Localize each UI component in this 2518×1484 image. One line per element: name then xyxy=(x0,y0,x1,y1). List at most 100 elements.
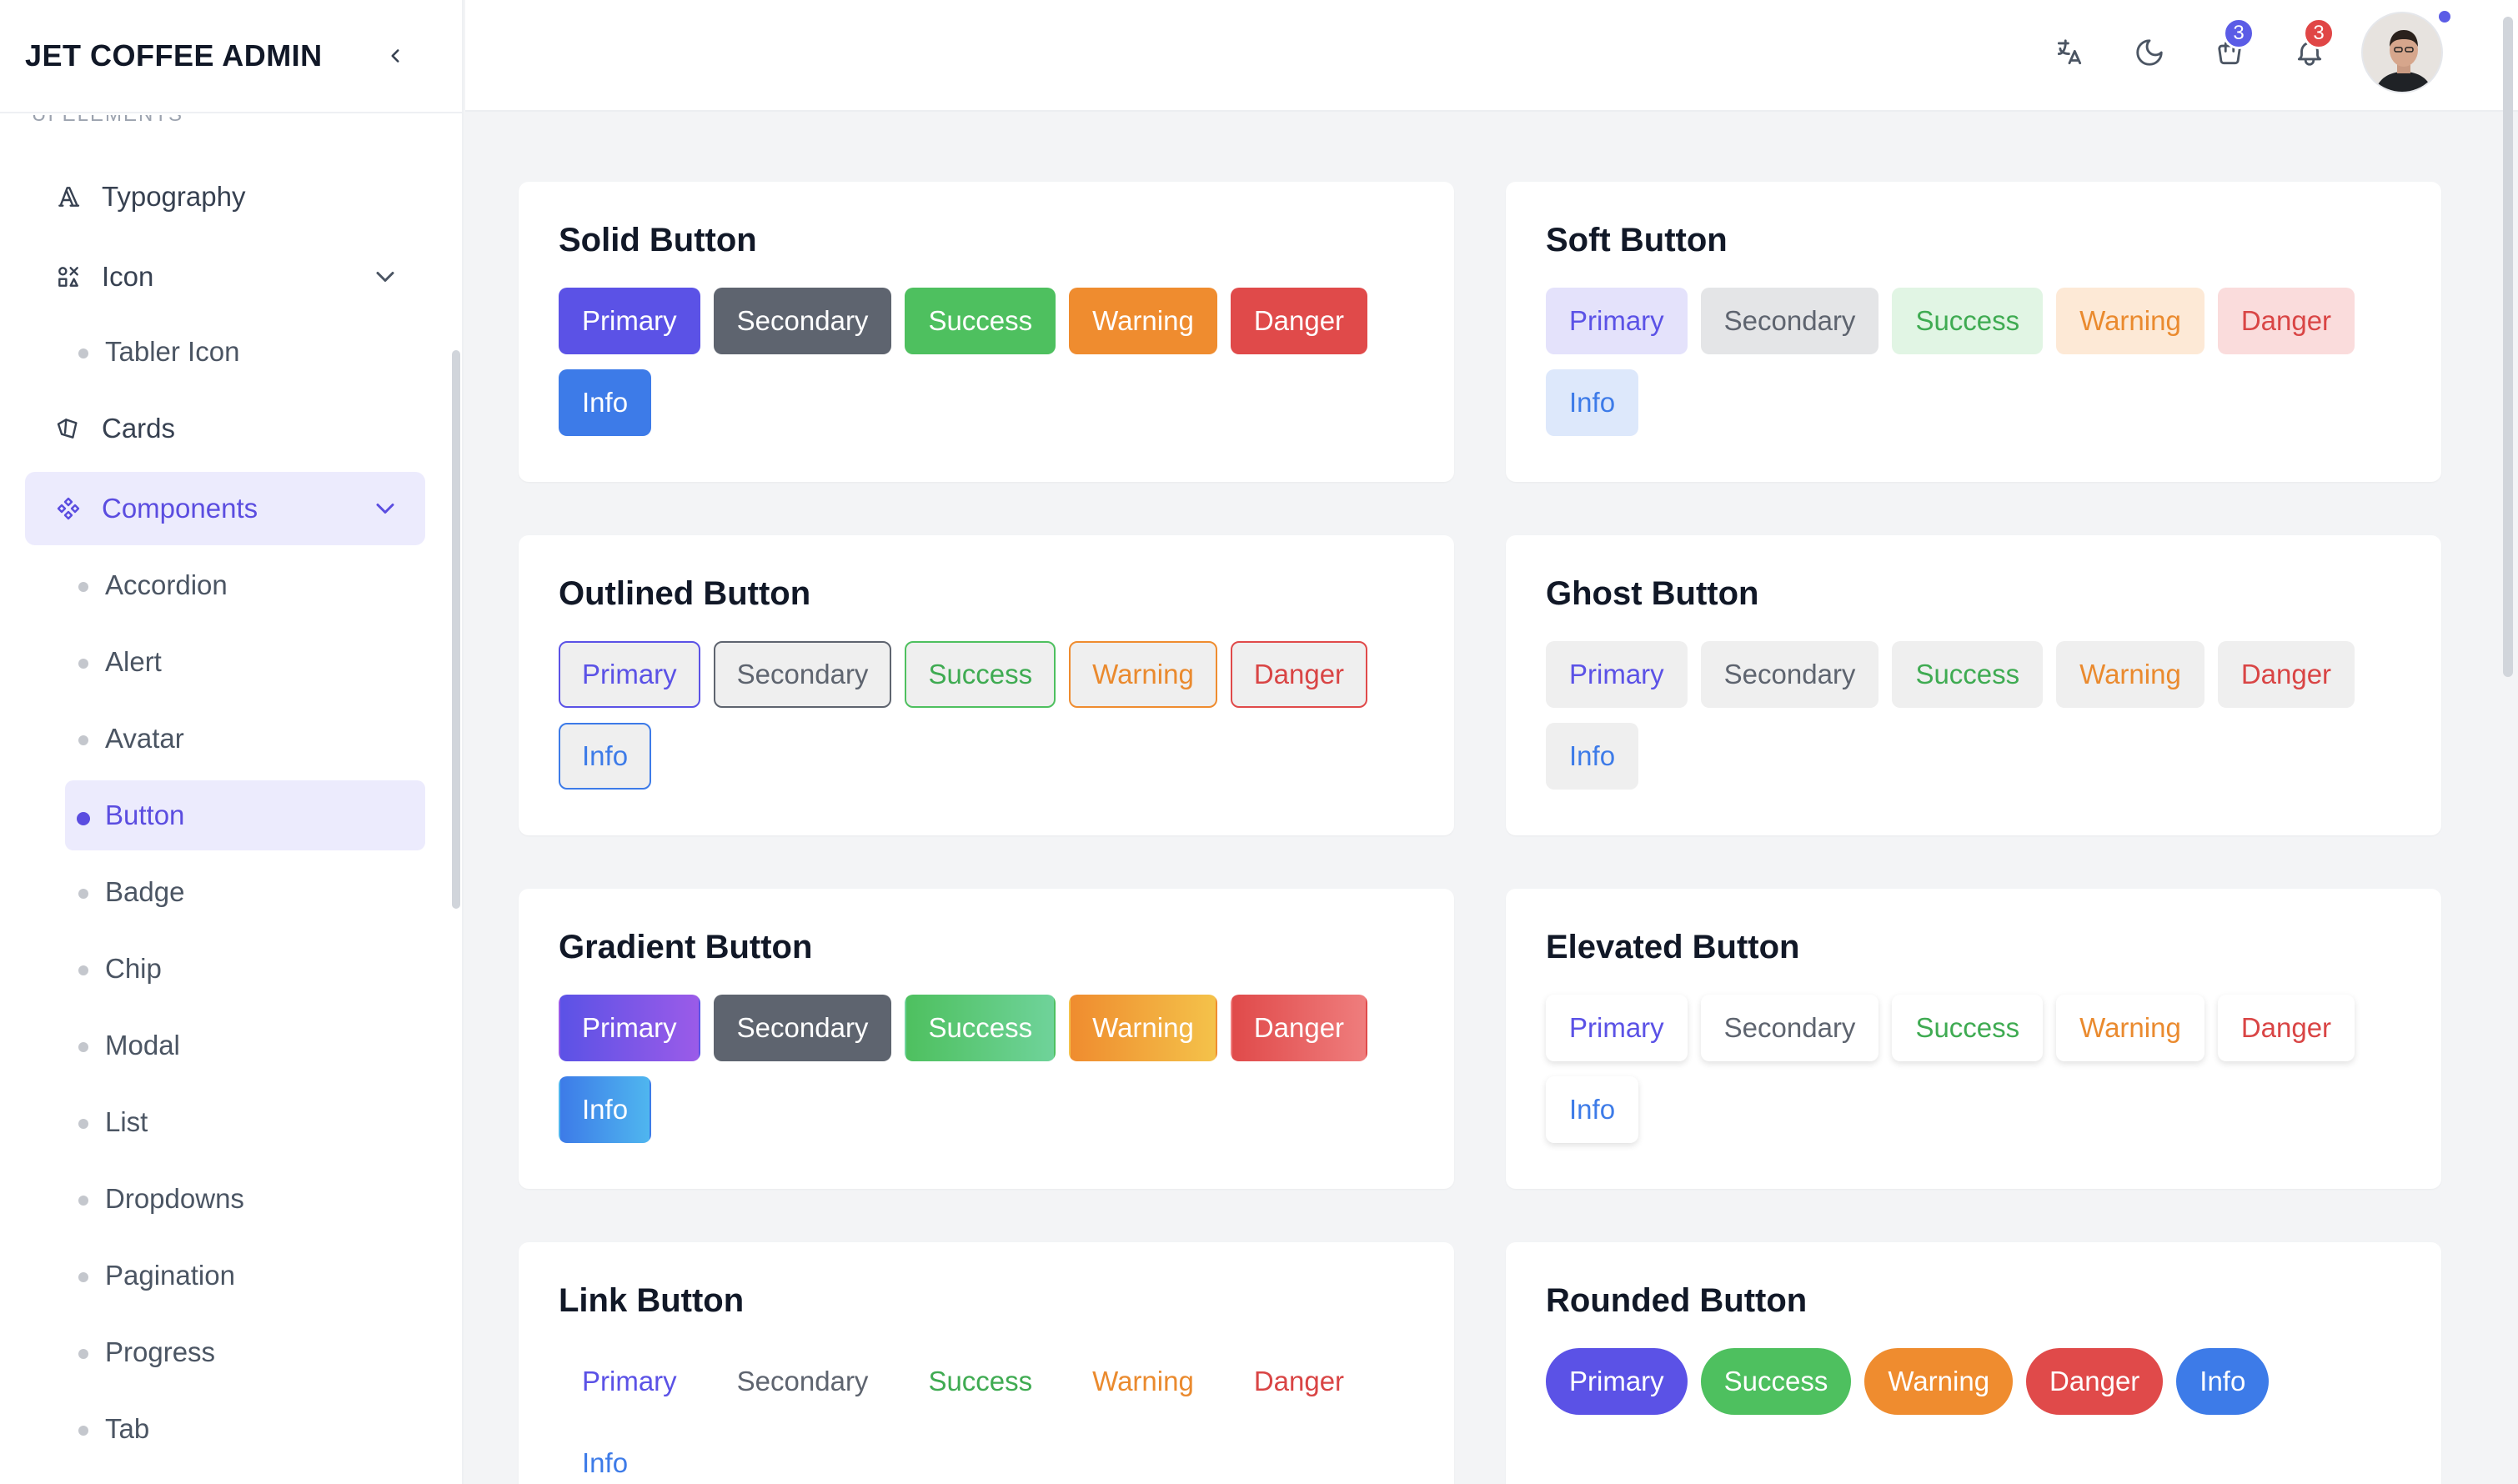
success-button[interactable]: Success xyxy=(1892,288,2044,354)
warning-button[interactable]: Warning xyxy=(2056,641,2205,708)
notification-count-badge: 3 xyxy=(2303,18,2335,49)
sidebar-subitem-label: List xyxy=(105,1106,148,1137)
warning-button[interactable]: Warning xyxy=(1069,641,1217,708)
button-row: Primary Secondary Success Warning Danger… xyxy=(559,1348,1414,1484)
section-label: UI ELEMENTS xyxy=(32,115,183,127)
online-status-dot xyxy=(2436,8,2453,25)
sidebar-scrollbar[interactable] xyxy=(452,350,460,909)
danger-button[interactable]: Danger xyxy=(2217,995,2355,1061)
bullet-dot xyxy=(78,1272,88,1282)
success-button[interactable]: Success xyxy=(1892,995,2044,1061)
card-title: Link Button xyxy=(559,1282,745,1319)
warning-button[interactable]: Warning xyxy=(1864,1348,2014,1415)
language-button[interactable] xyxy=(2029,13,2109,93)
sidebar-subitem-label: Accordion xyxy=(105,569,228,600)
sidebar-subitem-modal[interactable]: Modal xyxy=(65,1007,425,1084)
sidebar-subitem-label: Dropdowns xyxy=(105,1183,244,1214)
success-button[interactable]: Success xyxy=(905,995,1056,1061)
card-title: Rounded Button xyxy=(1546,1282,1808,1319)
primary-button[interactable]: Primary xyxy=(1546,1348,1688,1415)
bullet-dot xyxy=(78,1119,88,1129)
warning-button[interactable]: Warning xyxy=(2056,995,2205,1061)
sidebar-subitem-dropdowns[interactable]: Dropdowns xyxy=(65,1161,425,1237)
secondary-link-button[interactable]: Secondary xyxy=(714,1348,892,1415)
primary-button[interactable]: Primary xyxy=(1546,288,1688,354)
components-icon xyxy=(53,494,83,524)
danger-button[interactable]: Danger xyxy=(1230,288,1368,354)
warning-button[interactable]: Warning xyxy=(1069,995,1217,1061)
button-row: Primary Success Warning Danger Info xyxy=(1546,1348,2401,1415)
primary-button[interactable]: Primary xyxy=(1546,641,1688,708)
secondary-button[interactable]: Secondary xyxy=(713,288,892,354)
primary-button[interactable]: Primary xyxy=(559,288,700,354)
solid-button-card: Solid Button Primary Secondary Success W… xyxy=(519,182,1454,482)
sidebar-item-typography[interactable]: Typography xyxy=(25,160,425,233)
sidebar-item-cards[interactable]: Cards xyxy=(25,392,425,465)
outlined-button-card: Outlined Button Primary Secondary Succes… xyxy=(519,535,1454,835)
info-button[interactable]: Info xyxy=(1546,1076,1639,1143)
bullet-dot xyxy=(78,889,88,899)
secondary-button[interactable]: Secondary xyxy=(713,641,892,708)
topbar-actions: 3 3 xyxy=(2029,12,2443,93)
info-button[interactable]: Info xyxy=(559,369,652,436)
sidebar-subitem-alert[interactable]: Alert xyxy=(65,624,425,700)
user-photo-icon xyxy=(2363,13,2441,92)
info-button[interactable]: Info xyxy=(559,1076,652,1143)
topbar: 3 3 xyxy=(465,0,2518,112)
success-button[interactable]: Success xyxy=(905,288,1056,354)
primary-button[interactable]: Primary xyxy=(1546,995,1688,1061)
rounded-button-card: Rounded Button Primary Success Warning D… xyxy=(1506,1242,2441,1484)
danger-button[interactable]: Danger xyxy=(2217,288,2355,354)
bullet-dot xyxy=(78,659,88,669)
sidebar-nav: Typography Icon Tabler Icon Cards Compon… xyxy=(25,160,425,1467)
theme-toggle-button[interactable] xyxy=(2109,13,2189,93)
primary-button[interactable]: Primary xyxy=(559,641,700,708)
notifications-button[interactable]: 3 xyxy=(2270,13,2350,93)
sidebar-subitem-tab[interactable]: Tab xyxy=(65,1391,425,1467)
info-button[interactable]: Info xyxy=(2176,1348,2270,1415)
info-link-button[interactable]: Info xyxy=(559,1430,651,1484)
sidebar-item-components[interactable]: Components xyxy=(25,472,425,545)
warning-link-button[interactable]: Warning xyxy=(1069,1348,1217,1415)
primary-button[interactable]: Primary xyxy=(559,995,700,1061)
sidebar-item-label: Cards xyxy=(102,413,176,444)
sidebar-item-icon[interactable]: Icon xyxy=(25,240,425,313)
sidebar-subitem-tabler-icon[interactable]: Tabler Icon xyxy=(65,313,425,390)
secondary-button[interactable]: Secondary xyxy=(1700,995,1879,1061)
sidebar-subitem-chip[interactable]: Chip xyxy=(65,930,425,1007)
sidebar-subitem-label: Tabler Icon xyxy=(105,336,240,367)
user-avatar[interactable] xyxy=(2361,12,2443,93)
info-button[interactable]: Info xyxy=(1546,369,1639,436)
sidebar-subitem-progress[interactable]: Progress xyxy=(65,1314,425,1391)
success-link-button[interactable]: Success xyxy=(905,1348,1056,1415)
bullet-dot xyxy=(78,1042,88,1052)
sidebar-subitem-avatar[interactable]: Avatar xyxy=(65,700,425,777)
danger-button[interactable]: Danger xyxy=(2026,1348,2164,1415)
primary-link-button[interactable]: Primary xyxy=(559,1348,700,1415)
sidebar-subitem-badge[interactable]: Badge xyxy=(65,854,425,930)
danger-link-button[interactable]: Danger xyxy=(1231,1348,1367,1415)
success-button[interactable]: Success xyxy=(1892,641,2044,708)
sidebar-subitem-button[interactable]: Button xyxy=(65,780,425,850)
success-button[interactable]: Success xyxy=(1700,1348,1852,1415)
sidebar-subitem-pagination[interactable]: Pagination xyxy=(65,1237,425,1314)
sidebar-subitem-list[interactable]: List xyxy=(65,1084,425,1161)
info-button[interactable]: Info xyxy=(559,723,652,790)
danger-button[interactable]: Danger xyxy=(1230,995,1368,1061)
collapse-sidebar-button[interactable] xyxy=(379,39,412,73)
danger-button[interactable]: Danger xyxy=(1230,641,1368,708)
success-button[interactable]: Success xyxy=(905,641,1056,708)
secondary-button[interactable]: Secondary xyxy=(1700,288,1879,354)
page-scrollbar[interactable] xyxy=(2503,17,2513,677)
secondary-button[interactable]: Secondary xyxy=(713,995,892,1061)
info-button[interactable]: Info xyxy=(1546,723,1639,790)
cart-button[interactable]: 3 xyxy=(2189,13,2270,93)
secondary-button[interactable]: Secondary xyxy=(1700,641,1879,708)
sidebar-subitem-accordion[interactable]: Accordion xyxy=(65,547,425,624)
warning-button[interactable]: Warning xyxy=(1069,288,1217,354)
button-row: Primary Secondary Success Warning Danger… xyxy=(1546,995,2401,1143)
sidebar-subitem-label: Modal xyxy=(105,1030,180,1060)
danger-button[interactable]: Danger xyxy=(2217,641,2355,708)
warning-button[interactable]: Warning xyxy=(2056,288,2205,354)
sidebar: JET COFFEE ADMIN UI ELEMENTS Typography … xyxy=(0,0,464,1484)
